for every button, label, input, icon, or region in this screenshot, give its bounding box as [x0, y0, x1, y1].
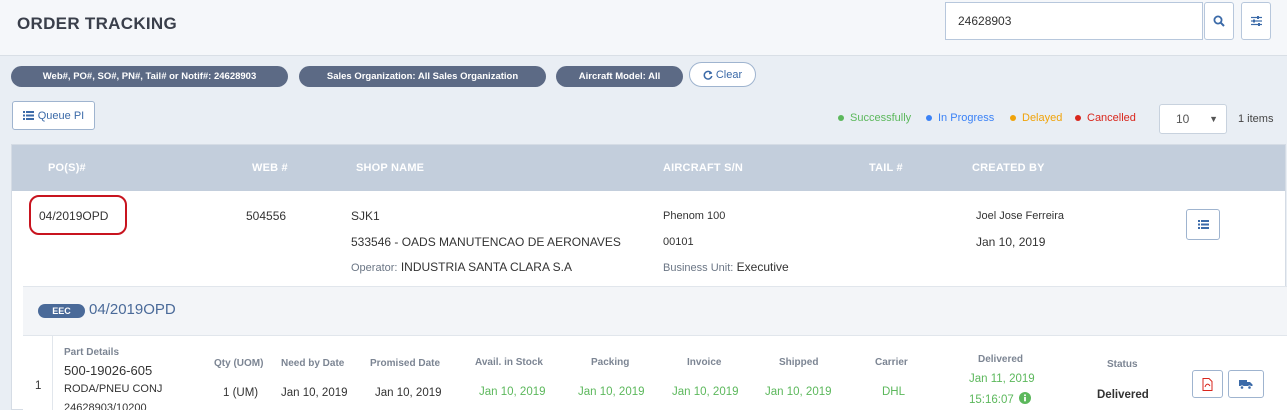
top-bar: ORDER TRACKING — [0, 0, 1287, 56]
row-shop-code: SJK1 — [351, 209, 380, 223]
eec-badge: EEC — [38, 304, 85, 318]
orders-table: PO(S)# WEB # SHOP NAME AIRCRAFT S/N TAIL… — [11, 144, 1287, 410]
business-unit-value: Executive — [736, 260, 789, 274]
status-dot-icon — [926, 115, 932, 121]
line-delivered-time: 15:16:07 — [969, 394, 1014, 406]
items-count: 1 items — [1238, 113, 1274, 125]
line-qty: 1 (UM) — [223, 387, 259, 399]
order-detail-section: EEC 04/2019OPD 1 Part Details 500-19026-… — [23, 286, 1287, 410]
header-carrier: Carrier — [875, 357, 908, 368]
list-icon — [22, 111, 34, 120]
legend-in-progress: In Progress — [926, 112, 994, 124]
clear-label: Clear — [715, 68, 743, 81]
row-aircraft-model: Phenom 100 — [663, 210, 726, 222]
caret-down-icon: ▼ — [1209, 114, 1218, 124]
filter-chip-search[interactable]: Web#, PO#, SO#, PN#, Tail# or Notif#: 24… — [11, 66, 288, 87]
row-created-by: Joel Jose Ferreira — [976, 210, 1065, 222]
header-qty: Qty (UOM) — [214, 358, 264, 369]
header-status: Status — [1107, 359, 1138, 370]
operator-value: INDUSTRIA SANTA CLARA S.A — [400, 260, 572, 274]
legend-label: Delayed — [1022, 112, 1063, 124]
legend-delayed: Delayed — [1010, 112, 1062, 124]
column-header-tail[interactable]: TAIL # — [869, 162, 903, 174]
track-shipment-button[interactable] — [1228, 370, 1264, 398]
column-header-aircraft-sn[interactable]: AIRCRAFT S/N — [663, 162, 743, 174]
filter-chip-sales-org[interactable]: Sales Organization: All Sales Organizati… — [299, 66, 546, 87]
column-header-created-by[interactable]: CREATED BY — [972, 162, 1045, 174]
filter-settings-button[interactable] — [1241, 2, 1271, 40]
header-invoice: Invoice — [687, 357, 722, 368]
row-operator: Operator: INDUSTRIA SANTA CLARA S.A — [351, 260, 572, 274]
row-created-date: Jan 10, 2019 — [976, 235, 1046, 249]
legend-label: In Progress — [938, 112, 995, 124]
legend-label: Cancelled — [1087, 112, 1136, 124]
truck-icon — [1239, 380, 1253, 390]
list-icon — [1197, 220, 1209, 229]
table-header: PO(S)# WEB # SHOP NAME AIRCRAFT S/N TAIL… — [12, 145, 1285, 191]
operator-label: Operator: — [351, 262, 398, 274]
line-item: 1 Part Details 500-19026-605 RODA/PNEU C… — [23, 335, 1287, 410]
line-status: Delivered — [1097, 389, 1149, 401]
search-icon — [1213, 15, 1225, 27]
status-dot-icon — [1010, 115, 1016, 121]
row-web-number: 504556 — [246, 209, 287, 223]
row-business-unit: Business Unit: Executive — [663, 260, 789, 274]
line-invoice: Jan 10, 2019 — [672, 386, 739, 398]
filter-chip-aircraft-model[interactable]: Aircraft Model: All — [556, 66, 683, 87]
row-po-number[interactable]: 04/2019OPD — [39, 209, 108, 223]
business-unit-label: Business Unit: — [663, 262, 734, 274]
search-button[interactable] — [1204, 2, 1234, 40]
pdf-icon — [1202, 377, 1213, 391]
row-details-button[interactable] — [1186, 209, 1220, 240]
clear-filters-button[interactable]: Clear — [689, 62, 756, 87]
line-packing: Jan 10, 2019 — [578, 386, 645, 398]
column-header-shop-name[interactable]: SHOP NAME — [356, 162, 424, 174]
search-input[interactable] — [945, 2, 1203, 40]
page-size-select[interactable]: 10 ▼ — [1159, 104, 1227, 134]
detail-title: 04/2019OPD — [89, 301, 176, 318]
column-header-web[interactable]: WEB # — [252, 162, 288, 174]
pdf-button[interactable] — [1192, 370, 1223, 398]
header-shipped: Shipped — [779, 357, 819, 368]
header-promised: Promised Date — [370, 358, 441, 369]
part-number: 500-19026-605 — [64, 363, 153, 378]
page-size-value: 10 — [1176, 112, 1190, 126]
info-icon[interactable] — [1018, 392, 1031, 404]
header-packing: Packing — [591, 357, 630, 368]
status-dot-icon — [838, 115, 844, 121]
page-title: ORDER TRACKING — [17, 14, 178, 33]
line-need-by: Jan 10, 2019 — [281, 387, 348, 399]
line-number: 1 — [35, 380, 42, 392]
line-avail-in-stock: Jan 10, 2019 — [479, 386, 546, 398]
line-delivered-time-row: 15:16:07 — [969, 392, 1031, 406]
line-number-column: 1 — [23, 336, 53, 410]
line-shipped: Jan 10, 2019 — [765, 386, 832, 398]
sliders-icon — [1250, 16, 1262, 26]
line-delivered-date: Jan 11, 2019 — [969, 373, 1035, 385]
row-shop-name: 533546 - OADS MANUTENCAO DE AERONAVES — [351, 235, 621, 249]
line-promised: Jan 10, 2019 — [375, 387, 442, 399]
refresh-icon — [703, 70, 713, 80]
row-aircraft-sn: 00101 — [663, 236, 694, 248]
header-delivered: Delivered — [978, 354, 1024, 365]
column-header-po[interactable]: PO(S)# — [48, 162, 86, 174]
queue-pi-button[interactable]: Queue PI — [12, 101, 95, 130]
legend-label: Successfully — [850, 112, 912, 124]
queue-pi-label: Queue PI — [37, 109, 85, 122]
legend-successfully: Successfully — [838, 112, 911, 124]
legend-cancelled: Cancelled — [1075, 112, 1136, 124]
header-part-details: Part Details — [64, 347, 120, 358]
line-carrier: DHL — [882, 386, 906, 398]
header-avail-in-stock: Avail. in Stock — [475, 357, 543, 368]
part-reference: 24628903/10200 — [64, 402, 147, 410]
header-need-by: Need by Date — [281, 358, 345, 369]
status-dot-icon — [1075, 115, 1081, 121]
part-description: RODA/PNEU CONJ — [64, 383, 163, 395]
